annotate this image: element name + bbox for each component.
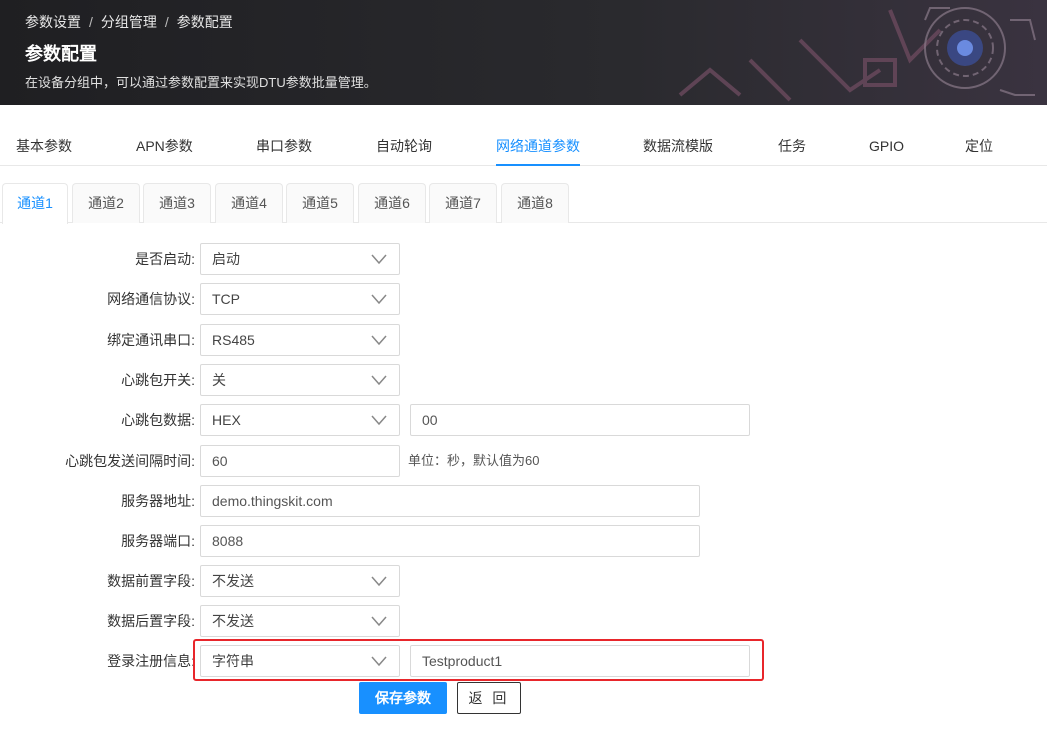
data-prefix-value: 不发送 <box>212 573 254 589</box>
breadcrumb: 参数设置 / 分组管理 / 参数配置 <box>25 12 233 32</box>
breadcrumb-item-settings[interactable]: 参数设置 <box>25 14 81 30</box>
form-row-server-port: 服务器端口: 8088 <box>0 525 1047 557</box>
form-row-data-prefix: 数据前置字段: 不发送 <box>0 565 1047 597</box>
heartbeat-format-value: HEX <box>212 412 241 428</box>
data-suffix-select[interactable]: 不发送 <box>200 605 400 637</box>
form-row-heartbeat-data: 心跳包数据: HEX 00 <box>0 404 1047 436</box>
page-header: 参数设置 / 分组管理 / 参数配置 参数配置 在设备分组中，可以通过参数配置来实现DT… <box>0 0 1047 105</box>
tab-data-stream-template[interactable]: 数据流模版 <box>643 128 713 166</box>
page-description: 在设备分组中，可以通过参数配置来实现DTU参数批量管理。 <box>25 75 377 90</box>
server-port-label: 服务器端口: <box>121 533 195 549</box>
tab-location[interactable]: 定位 <box>965 128 993 166</box>
chevron-down-icon <box>371 616 387 627</box>
tab-gpio[interactable]: GPIO <box>869 128 904 166</box>
heartbeat-switch-value: 关 <box>212 372 226 388</box>
channel-tabs: 通道1 通道2 通道3 通道4 通道5 通道6 通道7 通道8 <box>0 183 1047 224</box>
form-row-data-suffix: 数据后置字段: 不发送 <box>0 605 1047 637</box>
save-params-button[interactable]: 保存参数 <box>359 682 447 714</box>
data-suffix-label: 数据后置字段: <box>107 613 195 629</box>
tab-channel-6[interactable]: 通道6 <box>358 183 426 223</box>
highlight-box <box>193 639 764 681</box>
server-address-input[interactable]: demo.thingskit.com <box>200 485 700 517</box>
form-row-server-address: 服务器地址: demo.thingskit.com <box>0 485 1047 517</box>
heartbeat-switch-select[interactable]: 关 <box>200 364 400 396</box>
form-row-heartbeat-interval: 心跳包发送间隔时间: 60 单位：秒，默认值为60 <box>0 445 1047 477</box>
breadcrumb-separator: / <box>89 14 93 30</box>
enabled-label: 是否启动: <box>135 251 195 267</box>
back-button[interactable]: 返 回 <box>457 682 521 714</box>
form-row-protocol: 网络通信协议: TCP <box>0 283 1047 315</box>
chevron-down-icon <box>371 294 387 305</box>
heartbeat-interval-label: 心跳包发送间隔时间: <box>65 453 195 469</box>
tab-channel-7[interactable]: 通道7 <box>429 183 497 223</box>
breadcrumb-item-config: 参数配置 <box>176 14 233 30</box>
serial-label: 绑定通讯串口: <box>107 332 195 348</box>
tab-serial-params[interactable]: 串口参数 <box>256 128 312 166</box>
protocol-select[interactable]: TCP <box>200 283 400 315</box>
data-prefix-label: 数据前置字段: <box>107 573 195 589</box>
tab-auto-polling[interactable]: 自动轮询 <box>376 128 432 166</box>
main-tabs: 基本参数 APN参数 串口参数 自动轮询 网络通道参数 数据流模版 任务 GPI… <box>0 128 1047 166</box>
tab-channel-5[interactable]: 通道5 <box>286 183 354 223</box>
tab-channel-1[interactable]: 通道1 <box>2 183 68 224</box>
form-row-heartbeat-switch: 心跳包开关: 关 <box>0 364 1047 396</box>
enabled-select[interactable]: 启动 <box>200 243 400 275</box>
chevron-down-icon <box>371 415 387 426</box>
heartbeat-data-input[interactable]: 00 <box>410 404 750 436</box>
tab-apn-params[interactable]: APN参数 <box>136 128 193 166</box>
tab-channel-4[interactable]: 通道4 <box>215 183 283 223</box>
tab-basic-params[interactable]: 基本参数 <box>16 128 72 166</box>
login-info-label: 登录注册信息: <box>107 653 195 669</box>
enabled-value: 启动 <box>212 251 240 267</box>
form-row-serial: 绑定通讯串口: RS485 <box>0 324 1047 356</box>
breadcrumb-item-groups[interactable]: 分组管理 <box>101 14 157 30</box>
serial-value: RS485 <box>212 332 255 348</box>
protocol-label: 网络通信协议: <box>107 291 195 307</box>
heartbeat-interval-hint: 单位：秒，默认值为60 <box>408 453 540 468</box>
data-suffix-value: 不发送 <box>212 613 254 629</box>
breadcrumb-separator: / <box>164 14 169 30</box>
server-port-input[interactable]: 8088 <box>200 525 700 557</box>
heartbeat-interval-input[interactable]: 60 <box>200 445 400 477</box>
chevron-down-icon <box>371 375 387 386</box>
chevron-down-icon <box>371 576 387 587</box>
page-title: 参数配置 <box>25 44 97 64</box>
form-row-enabled: 是否启动: 启动 <box>0 243 1047 275</box>
tab-network-channel-params[interactable]: 网络通道参数 <box>496 128 580 166</box>
tab-channel-2[interactable]: 通道2 <box>72 183 140 223</box>
serial-select[interactable]: RS485 <box>200 324 400 356</box>
heartbeat-format-select[interactable]: HEX <box>200 404 400 436</box>
tab-channel-3[interactable]: 通道3 <box>143 183 211 223</box>
header-decoration-graphic <box>678 7 1036 102</box>
heartbeat-data-label: 心跳包数据: <box>121 412 195 428</box>
protocol-value: TCP <box>212 291 240 307</box>
chevron-down-icon <box>371 254 387 265</box>
data-prefix-select[interactable]: 不发送 <box>200 565 400 597</box>
heartbeat-switch-label: 心跳包开关: <box>121 372 195 388</box>
tab-tasks[interactable]: 任务 <box>778 128 806 166</box>
tab-channel-8[interactable]: 通道8 <box>501 183 569 223</box>
chevron-down-icon <box>371 335 387 346</box>
server-address-label: 服务器地址: <box>121 493 195 509</box>
